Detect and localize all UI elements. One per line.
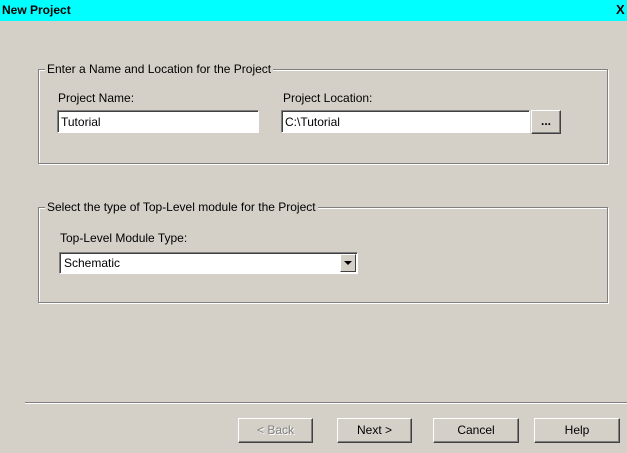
module-type-label: Top-Level Module Type: (60, 231, 188, 245)
cancel-button[interactable]: Cancel (433, 418, 519, 443)
back-button-label: < Back (256, 423, 295, 437)
back-button[interactable]: < Back (238, 418, 313, 443)
chevron-down-icon (344, 261, 352, 265)
dropdown-arrow-button[interactable] (340, 254, 356, 272)
project-location-input[interactable] (281, 110, 530, 133)
next-button[interactable]: Next > (337, 418, 412, 443)
module-type-legend: Select the type of Top-Level module for … (45, 200, 318, 214)
project-name-label: Project Name: (58, 91, 135, 105)
name-location-legend: Enter a Name and Location for the Projec… (45, 62, 274, 76)
help-button-label: Help (564, 423, 590, 437)
title-bar: New Project X (0, 0, 627, 21)
project-location-label: Project Location: (283, 91, 373, 105)
dialog-title: New Project (2, 3, 71, 17)
button-separator (25, 402, 627, 404)
next-button-label: Next > (356, 423, 392, 437)
browse-button-label: ... (540, 114, 551, 128)
help-button[interactable]: Help (534, 418, 620, 443)
module-type-select[interactable]: Schematic (59, 252, 358, 274)
module-type-selected-value: Schematic (64, 256, 121, 270)
browse-button[interactable]: ... (531, 110, 561, 134)
close-button[interactable]: X (616, 2, 627, 18)
project-name-input[interactable] (57, 110, 259, 133)
cancel-button-label: Cancel (457, 423, 495, 437)
new-project-dialog: New Project X Enter a Name and Location … (0, 0, 627, 453)
